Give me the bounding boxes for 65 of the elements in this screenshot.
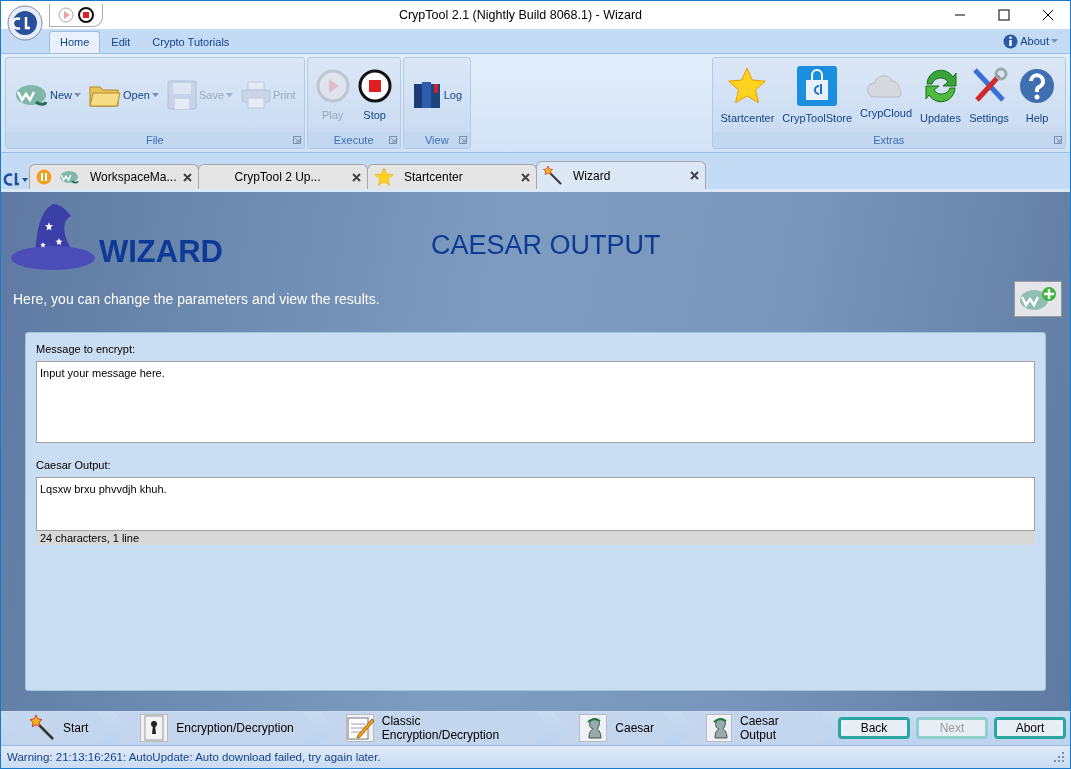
field-label: Caesar Output: [36, 459, 112, 471]
wizard-hat-icon [9, 202, 97, 272]
document-tab[interactable]: Startcenter [367, 164, 537, 189]
ribbon-button[interactable]: Settings [967, 64, 1011, 126]
magic-wand-icon [29, 715, 55, 741]
document-tab[interactable]: WorkspaceMa... [29, 164, 199, 189]
caret-icon [74, 93, 81, 97]
ribbon-button[interactable]: New [12, 78, 83, 112]
close-icon[interactable] [690, 171, 699, 180]
ribbon-button[interactable]: Open [87, 80, 161, 110]
caret-icon [151, 93, 159, 97]
help-icon [1017, 66, 1057, 106]
group-label: File [145, 134, 164, 146]
nav-button[interactable]: Abort [994, 717, 1066, 739]
workspace-icon [58, 168, 80, 186]
group-label: Extras [873, 134, 905, 146]
stop-icon[interactable] [78, 6, 94, 23]
field-info-bar: 24 characters, 1 line [36, 531, 1035, 545]
message-input-field[interactable]: Input your message here. [36, 361, 1035, 443]
document-tab[interactable]: Wizard [536, 161, 706, 189]
window-title: CrypTool 2.1 (Nightly Build 8068.1) - Wizard [397, 8, 644, 22]
group-label: Execute [333, 134, 374, 146]
status-message: Warning: 21:13:16:261: AutoUpdate: Auto download failed, try again later. [7, 751, 382, 763]
nav-button[interactable]: Back [838, 717, 910, 739]
output-field[interactable]: Lqsxw brxu phvvdjh khuh. [36, 477, 1035, 531]
about-button[interactable]: About [997, 32, 1064, 50]
document-tab[interactable]: CrypTool 2 Up... [198, 164, 368, 189]
notepad-pencil-icon [345, 715, 374, 741]
close-icon[interactable] [1042, 9, 1054, 21]
printer-icon [241, 81, 271, 109]
books-icon [411, 80, 442, 110]
ribbon-tab[interactable]: Edit [100, 31, 142, 53]
field-label: Message to encrypt: [36, 343, 137, 355]
page-description: Here, you can change the parameters and view the results. [13, 291, 380, 307]
group-label: View [425, 134, 449, 146]
page-title: CAESAR OUTPUT [431, 230, 661, 261]
caret-icon [1051, 39, 1058, 43]
keyhole-icon [144, 715, 165, 741]
ribbon-button[interactable]: CrypCloud [858, 69, 914, 121]
shopping-bag-icon [797, 66, 838, 106]
wizard-brand: WIZARD [99, 234, 223, 270]
ribbon-button[interactable]: Help [1015, 64, 1059, 126]
close-icon[interactable] [183, 172, 192, 182]
star-icon [374, 167, 394, 187]
add-workspace-button[interactable] [1014, 281, 1062, 317]
ribbon-button[interactable]: Updates [918, 64, 963, 126]
ribbon-button[interactable]: CrypToolStore [780, 64, 855, 126]
close-icon[interactable] [521, 172, 530, 182]
ribbon-button[interactable]: Startcenter [718, 64, 777, 126]
pause-icon [36, 169, 52, 185]
ribbon-tab[interactable]: Home [49, 31, 101, 53]
info-icon [1003, 33, 1019, 49]
ribbon-tab[interactable]: Crypto Tutorials [141, 31, 241, 53]
maximize-icon[interactable] [998, 9, 1010, 21]
play-icon [315, 69, 350, 103]
app-menu-icon[interactable] [3, 171, 29, 189]
close-icon[interactable] [352, 172, 361, 182]
ribbon-button[interactable]: Log [409, 78, 464, 112]
magic-wand-icon [543, 165, 563, 186]
workspace-add-icon [1018, 285, 1058, 313]
caret-icon [226, 93, 233, 97]
star-icon [727, 66, 768, 106]
resize-grip-icon[interactable] [1054, 752, 1064, 762]
ribbon-button[interactable]: Stop [355, 67, 394, 123]
stop-icon [357, 69, 392, 103]
